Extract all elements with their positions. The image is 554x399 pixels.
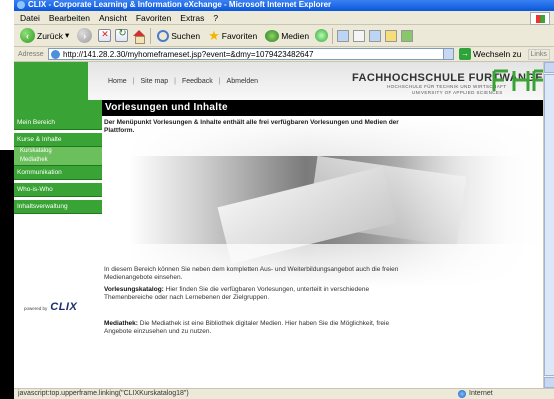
scroll-up-arrow[interactable] [544, 62, 554, 73]
history-icon[interactable] [315, 29, 329, 42]
address-dropdown-icon[interactable] [443, 48, 454, 60]
powered-by-label: powered by [24, 306, 48, 311]
menu-favoriten[interactable]: Favoriten [136, 13, 171, 23]
links-button[interactable]: Links [527, 48, 550, 60]
vorlesungskatalog-label: Vorlesungskatalog: [104, 286, 164, 293]
menu-help[interactable]: ? [213, 13, 218, 23]
go-label: Wechseln zu [473, 49, 522, 59]
security-zone: Internet [458, 389, 493, 399]
address-input[interactable]: http://141.28.2.30/myhomeframeset.jsp?ev… [48, 48, 444, 60]
internet-globe-icon [458, 390, 466, 398]
address-url: http://141.28.2.30/myhomeframeset.jsp?ev… [63, 49, 314, 59]
menu-bearbeiten[interactable]: Bearbeiten [49, 13, 90, 23]
top-navigation: Home | Site map | Feedback | Abmelden [108, 78, 259, 85]
media-label: Medien [281, 30, 310, 41]
left-edge-strip [0, 0, 14, 399]
header-green-block [14, 62, 88, 100]
browser-window: CLIX - Corporate Learning & Information … [14, 0, 554, 399]
back-label: Zurück [37, 30, 63, 41]
search-label: Suchen [171, 30, 201, 41]
address-bar: Adresse http://141.28.2.30/myhomeframese… [14, 47, 554, 62]
main-content: Der Menüpunkt Vorlesungen & Inhalte enth… [102, 116, 554, 388]
clix-wordmark: CLIX [50, 301, 78, 313]
print-icon[interactable] [353, 29, 366, 42]
sidebar-subitem-mediathek[interactable]: Mediathek [14, 156, 102, 166]
media-icon [265, 29, 280, 42]
toolbar: ‹ Zurück ▾ › Suchen ★ Favoriten Medien [14, 25, 554, 47]
menu-datei[interactable]: Datei [20, 13, 40, 23]
page-icon [51, 49, 60, 59]
window-title: CLIX - Corporate Learning & Information … [28, 0, 332, 9]
status-bar: javascript:top.upperframe.linking("CLIXK… [14, 388, 554, 399]
scroll-thumb[interactable] [544, 74, 554, 376]
toolbar-separator [150, 27, 152, 44]
favorites-button[interactable]: ★ Favoriten [206, 27, 259, 45]
intro-text: Der Menüpunkt Vorlesungen & Inhalte enth… [104, 119, 399, 134]
refresh-icon[interactable] [115, 28, 129, 42]
mail-icon[interactable] [337, 29, 350, 42]
menu-extras[interactable]: Extras [180, 13, 204, 23]
menu-bar: Datei Bearbeiten Ansicht Favoriten Extra… [14, 11, 554, 25]
fhf-logo-icon [492, 69, 548, 91]
paragraph-mediathek: Mediathek: Die Mediathek ist eine Biblio… [104, 320, 414, 336]
nav-logout-link[interactable]: Abmelden [227, 78, 259, 85]
sidebar-item-who-is-who[interactable]: Who-is-Who [14, 183, 102, 197]
vertical-scrollbar[interactable] [543, 62, 554, 388]
back-arrow-icon: ‹ [20, 28, 35, 43]
sidebar-item-inhaltsverwaltung[interactable]: Inhaltsverwaltung [14, 200, 102, 214]
status-text: javascript:top.upperframe.linking("CLIXK… [18, 390, 189, 397]
institution-subtitle-2: UNIVERSITY OF APPLIED SCIENCES [412, 90, 503, 95]
go-button[interactable]: → Wechseln zu [459, 48, 522, 60]
folder-icon[interactable] [385, 29, 398, 42]
forward-arrow-icon: › [77, 28, 93, 43]
address-label: Adresse [18, 50, 44, 58]
mediathek-text: Die Mediathek ist eine Bibliothek digita… [104, 320, 390, 335]
go-arrow-icon: → [459, 48, 471, 60]
window-title-bar: CLIX - Corporate Learning & Information … [14, 0, 554, 11]
nav-home-link[interactable]: Home [108, 78, 127, 85]
sidebar-item-kurse-inhalte[interactable]: Kurse & Inhalte [14, 133, 102, 147]
forward-button[interactable]: › [75, 27, 94, 45]
paragraph-vorlesungskatalog: Vorlesungskatalog: Hier finden Sie die v… [104, 286, 414, 302]
messenger-icon[interactable] [401, 29, 414, 42]
sidebar-item-mein-bereich[interactable]: Mein Bereich [14, 116, 102, 130]
nav-feedback-link[interactable]: Feedback [182, 78, 213, 85]
page-viewport: Home | Site map | Feedback | Abmelden FA… [14, 62, 554, 388]
institution-subtitle-1: HOCHSCHULE FÜR TECHNIK UND WIRTSCHAFT [387, 84, 507, 89]
sidebar-item-kommunikation[interactable]: Kommunikation [14, 166, 102, 180]
back-button[interactable]: ‹ Zurück ▾ [18, 27, 71, 45]
clix-logo: powered by CLIX [24, 301, 77, 313]
toolbar-separator-2 [332, 27, 334, 44]
section-title: Vorlesungen und Inhalte [102, 100, 554, 116]
search-button[interactable]: Suchen [155, 27, 202, 45]
windows-logo-icon [530, 12, 550, 25]
favorites-label: Favoriten [221, 30, 258, 41]
stop-icon[interactable] [98, 29, 112, 42]
edit-icon[interactable] [369, 29, 382, 42]
site-header: Home | Site map | Feedback | Abmelden FA… [14, 62, 554, 100]
search-icon [157, 29, 170, 42]
nav-sitemap-link[interactable]: Site map [141, 78, 169, 85]
favorites-star-icon: ★ [208, 28, 220, 43]
ie-icon [17, 1, 25, 9]
home-icon[interactable] [132, 29, 146, 44]
zone-label: Internet [469, 390, 493, 397]
paragraph-overview: In diesem Bereich können Sie neben dem k… [104, 266, 399, 281]
scroll-down-arrow[interactable] [544, 377, 554, 388]
sidebar-subitem-kurskatalog[interactable]: Kurskatalog [14, 147, 102, 156]
back-dropdown-icon[interactable]: ▾ [65, 30, 69, 41]
media-button[interactable]: Medien [263, 27, 311, 45]
menu-ansicht[interactable]: Ansicht [99, 13, 127, 23]
mediathek-label: Mediathek: [104, 320, 138, 327]
sidebar: Mein Bereich Kurse & Inhalte Kurskatalog… [14, 116, 102, 388]
sidebar-header-block [14, 100, 102, 116]
